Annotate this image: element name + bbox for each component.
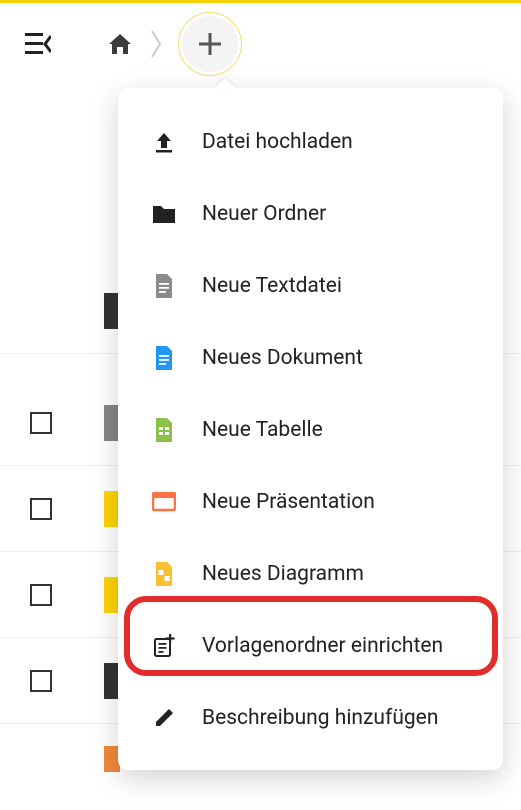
- menu-item-new-document[interactable]: Neues Dokument: [118, 322, 503, 394]
- menu-item-upload-file[interactable]: Datei hochladen: [118, 106, 503, 178]
- menu-item-setup-template-folder[interactable]: Vorlagenordner einrichten: [118, 610, 503, 682]
- template-folder-icon: [144, 634, 184, 658]
- menu-item-label: Neues Diagramm: [202, 562, 364, 586]
- menu-item-new-textfile[interactable]: Neue Textdatei: [118, 250, 503, 322]
- breadcrumb: [100, 16, 238, 72]
- add-button[interactable]: [182, 16, 238, 72]
- new-menu-dropdown: Datei hochladen Neuer Ordner Neue Textda…: [118, 88, 503, 770]
- upload-icon: [144, 130, 184, 154]
- menu-item-new-presentation[interactable]: Neue Präsentation: [118, 466, 503, 538]
- menu-item-new-folder[interactable]: Neuer Ordner: [118, 178, 503, 250]
- menu-item-label: Beschreibung hinzufügen: [202, 706, 438, 730]
- pencil-icon: [144, 707, 184, 729]
- menu-item-label: Neue Textdatei: [202, 274, 342, 298]
- menu-item-label: Neues Dokument: [202, 346, 363, 370]
- spreadsheet-icon: [144, 418, 184, 442]
- menu-item-label: Vorlagenordner einrichten: [202, 634, 443, 658]
- diagram-icon: [144, 562, 184, 586]
- breadcrumb-separator-icon: [144, 24, 168, 64]
- folder-icon: [144, 204, 184, 224]
- menu-item-new-diagram[interactable]: Neues Diagramm: [118, 538, 503, 610]
- menu-item-label: Neue Präsentation: [202, 490, 375, 514]
- menu-item-add-description[interactable]: Beschreibung hinzufügen: [118, 682, 503, 754]
- menu-item-label: Neue Tabelle: [202, 418, 323, 442]
- plus-icon: [199, 33, 221, 55]
- row-checkbox[interactable]: [30, 498, 52, 520]
- document-icon: [144, 346, 184, 370]
- row-checkbox[interactable]: [30, 412, 52, 434]
- menu-item-label: Neuer Ordner: [202, 202, 326, 226]
- menu-item-new-spreadsheet[interactable]: Neue Tabelle: [118, 394, 503, 466]
- textfile-icon: [144, 274, 184, 298]
- menu-item-label: Datei hochladen: [202, 130, 353, 154]
- row-checkbox[interactable]: [30, 584, 52, 606]
- presentation-icon: [144, 492, 184, 512]
- header: [0, 3, 521, 85]
- menu-toggle-button[interactable]: [18, 24, 58, 64]
- row-checkbox[interactable]: [30, 670, 52, 692]
- home-icon[interactable]: [100, 24, 140, 64]
